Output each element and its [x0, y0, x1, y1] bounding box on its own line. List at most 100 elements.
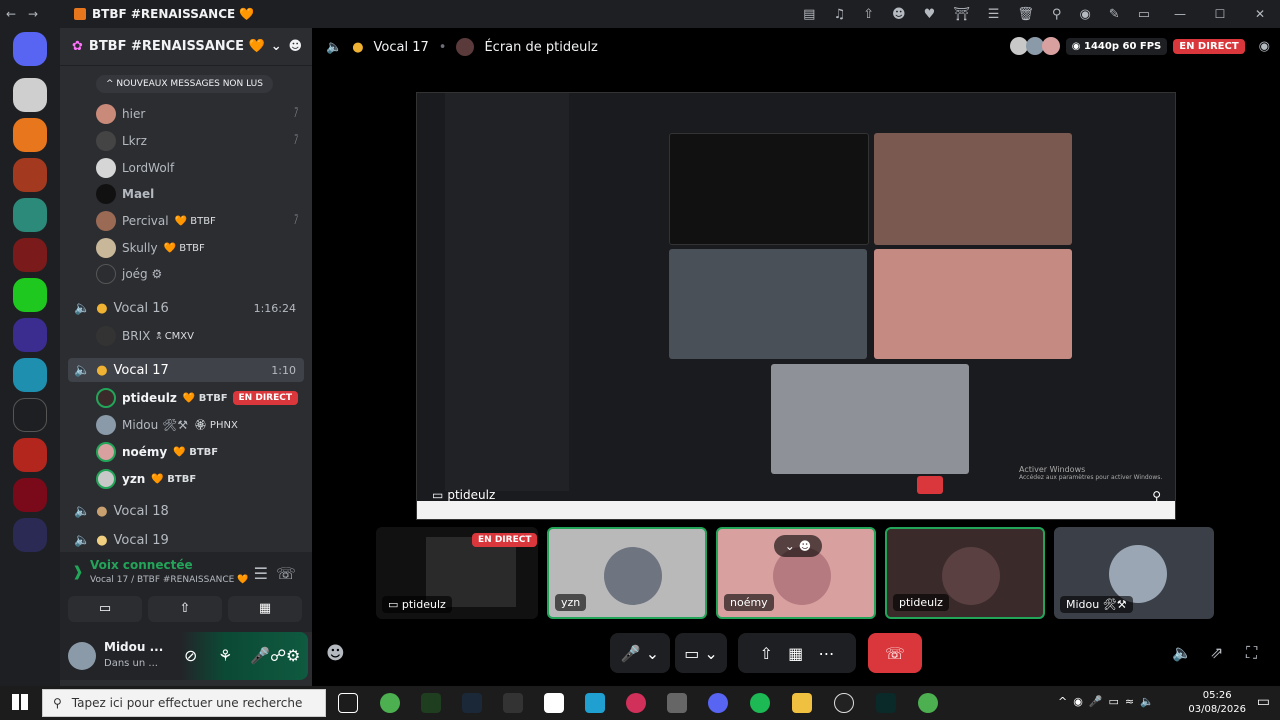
- server-icon[interactable]: [13, 518, 47, 552]
- search-icon[interactable]: ⚲: [1052, 7, 1062, 22]
- server-icon[interactable]: [13, 158, 47, 192]
- task-view-icon[interactable]: [338, 693, 358, 713]
- folder-icon[interactable]: ▭: [1138, 7, 1150, 22]
- participant-tile[interactable]: ptideulz: [885, 527, 1045, 619]
- shield-icon[interactable]: ⛩: [953, 7, 970, 22]
- discord-home-icon[interactable]: [13, 32, 47, 66]
- voice-user[interactable]: Mael: [96, 183, 306, 205]
- participant-tile[interactable]: EN DIRECT ▭ ptideulz: [376, 527, 538, 619]
- app-icon[interactable]: [876, 693, 896, 713]
- activities-button[interactable]: ▦: [228, 596, 302, 622]
- settings-gear-icon[interactable]: ⚙: [286, 646, 300, 665]
- minimize-button[interactable]: —: [1160, 0, 1200, 28]
- shield-app-icon[interactable]: [503, 693, 523, 713]
- server-icon[interactable]: [13, 438, 47, 472]
- user-icon[interactable]: ☻: [892, 7, 906, 22]
- voice-user[interactable]: LordWolf: [96, 157, 306, 179]
- chrome-icon[interactable]: [380, 693, 400, 713]
- speaker-icon: 🔈: [74, 300, 91, 316]
- chat-icon[interactable]: ▤: [803, 7, 815, 22]
- popout-icon[interactable]: ⇗: [1210, 643, 1223, 662]
- add-member-icon[interactable]: ☻: [288, 39, 302, 54]
- server-icon[interactable]: [13, 318, 47, 352]
- share-icon[interactable]: ⇧: [863, 7, 874, 22]
- volume-icon[interactable]: 🔈: [1172, 643, 1192, 662]
- voice-user[interactable]: hier ⧶: [96, 103, 306, 125]
- voice-channel-vocal16[interactable]: 🔈 ● Vocal 16 1:16:24: [68, 296, 304, 320]
- file-explorer-icon[interactable]: [792, 693, 812, 713]
- chat-bubble-icon[interactable]: ◉: [1259, 39, 1270, 54]
- server-icon[interactable]: [13, 398, 47, 432]
- voice-user[interactable]: ptideulz 🧡 BTBF EN DIRECT: [96, 387, 306, 409]
- forward-arrow-icon[interactable]: →: [22, 7, 44, 21]
- close-button[interactable]: ✕: [1240, 0, 1280, 28]
- app-icon[interactable]: [834, 693, 854, 713]
- server-icon[interactable]: [13, 78, 47, 112]
- camera-off-button[interactable]: ▭: [68, 596, 142, 622]
- bolt-app-icon[interactable]: [544, 693, 564, 713]
- steam-icon[interactable]: [462, 693, 482, 713]
- camera-button[interactable]: ▭ ⌄: [675, 633, 727, 673]
- spotify-icon[interactable]: [750, 693, 770, 713]
- server-icon[interactable]: [13, 358, 47, 392]
- disconnect-icon[interactable]: ☏: [276, 564, 296, 583]
- trash-icon[interactable]: 🗑: [1017, 7, 1034, 22]
- system-clock[interactable]: 05:26 03/08/2026: [1188, 689, 1246, 717]
- voice-user[interactable]: Percival 🧡 BTBF ⧶: [96, 210, 306, 232]
- server-icon[interactable]: [13, 238, 47, 272]
- server-icon[interactable]: [13, 118, 47, 152]
- avatar[interactable]: [68, 642, 96, 670]
- add-friend-icon[interactable]: ☻: [326, 643, 345, 664]
- headphones-icon[interactable]: ☍: [270, 646, 286, 665]
- server-icon[interactable]: [13, 278, 47, 312]
- title-bar: ← → BTBF #RENAISSANCE 🧡 ▤ ♫ ⇧ ☻ ♥ ⛩ ☰ 🗑 …: [0, 0, 1280, 28]
- participant-tile[interactable]: Midou 🛠⚒: [1054, 527, 1214, 619]
- share-screen-button[interactable]: ⇧: [148, 596, 222, 622]
- chrome-icon[interactable]: [918, 693, 938, 713]
- microphone-icon[interactable]: 🎤: [250, 646, 270, 665]
- voice-user[interactable]: joég ⚙: [96, 263, 306, 285]
- back-arrow-icon[interactable]: ←: [0, 7, 22, 21]
- voice-channel-vocal17[interactable]: 🔈 ● Vocal 17 1:10: [68, 358, 304, 382]
- dnd-icon[interactable]: ⊘: [184, 646, 197, 665]
- app-icon[interactable]: [585, 693, 605, 713]
- maximize-button[interactable]: ☐: [1200, 0, 1240, 28]
- tray-icons[interactable]: ^◉🎤▭≈🔈: [1058, 695, 1160, 708]
- list-search-icon[interactable]: ☰: [988, 7, 1000, 22]
- heart-icon[interactable]: ♥: [924, 7, 936, 22]
- app-icon[interactable]: [421, 693, 441, 713]
- new-messages-pill[interactable]: ^ NOUVEAUX MESSAGES NON LUS: [96, 75, 273, 93]
- server-icon[interactable]: [13, 198, 47, 232]
- voice-channel-vocal18[interactable]: 🔈 ● Vocal 18: [68, 499, 304, 523]
- app-icon[interactable]: [626, 693, 646, 713]
- screenshare-video[interactable]: Activer Windows Accédez aux paramètres p…: [416, 92, 1176, 520]
- voice-connected-subtitle[interactable]: Vocal 17 / BTBF #RENAISSANCE 🧡: [90, 575, 302, 585]
- fullscreen-icon[interactable]: ⛶: [1246, 643, 1257, 663]
- discord-icon[interactable]: [708, 693, 728, 713]
- end-call-button[interactable]: ☏: [868, 633, 922, 673]
- noise-suppression-icon[interactable]: ☰: [254, 564, 268, 583]
- voice-user[interactable]: Midou 🛠⚒ 🏵 PHNX: [96, 414, 306, 436]
- voice-channel-vocal19[interactable]: 🔈 ● Vocal 19: [68, 528, 304, 552]
- windows-start-icon[interactable]: [12, 694, 28, 710]
- participant-tile[interactable]: yzn: [547, 527, 707, 619]
- participant-tile[interactable]: ⌄ ☻ noémy: [716, 527, 876, 619]
- pen-icon[interactable]: ✎: [1109, 7, 1120, 22]
- tile-options-icon[interactable]: ⌄ ☻: [774, 535, 822, 557]
- voice-user[interactable]: BRIX 🕱 CMXV: [96, 325, 306, 347]
- server-icon[interactable]: [13, 478, 47, 512]
- voice-user[interactable]: yzn 🧡 BTBF: [96, 468, 306, 490]
- music-icon[interactable]: ♫: [833, 7, 845, 22]
- taskbar-search[interactable]: ⚲ Tapez ici pour effectuer une recherche: [42, 689, 326, 717]
- ghost-icon[interactable]: ⚘: [218, 646, 232, 665]
- voice-user[interactable]: Skully 🧡 BTBF: [96, 237, 306, 259]
- server-header[interactable]: ✿ BTBF #RENAISSANCE 🧡 ⌄ ☻: [60, 28, 312, 66]
- voice-user[interactable]: Lkrz ⧶: [96, 130, 306, 152]
- notification-icon[interactable]: ▭: [1257, 694, 1270, 710]
- microphone-button[interactable]: 🎤 ⌄: [610, 633, 670, 673]
- share-screen-button[interactable]: ⇧ ▦ ⋯: [738, 633, 856, 673]
- zoom-icon[interactable]: ⚲: [1152, 489, 1161, 503]
- gamepad-icon[interactable]: ◉: [1079, 7, 1090, 22]
- voice-user[interactable]: noémy 🧡 BTBF: [96, 441, 306, 463]
- app-icon[interactable]: [667, 693, 687, 713]
